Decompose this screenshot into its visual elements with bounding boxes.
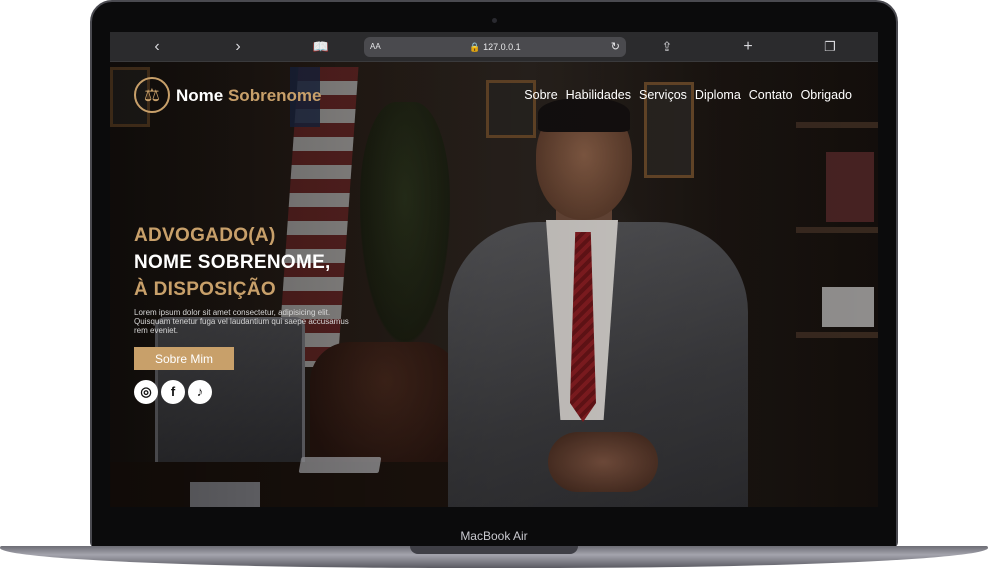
share-icon[interactable]: ⇪ (653, 32, 681, 62)
hero-description: Lorem ipsum dolor sit amet consectetur, … (134, 308, 349, 335)
chevron-left-icon[interactable]: ‹ (143, 32, 171, 62)
url-text[interactable]: 🔒 127.0.0.1 (364, 37, 626, 57)
tabs-icon[interactable]: ❐ (816, 32, 844, 62)
brand-last-name: Sobrenome (227, 86, 322, 105)
social-links: ◎ f ♪ (134, 380, 212, 404)
macbook-frame: ‹ › 📖 AA 🔒 127.0.0.1 ↻ ⇪ + ❐ ⚖ Nome Sobr… (0, 0, 988, 568)
hero-prefix: À (134, 279, 149, 300)
nav-link-servicos[interactable]: Serviços (639, 88, 687, 102)
about-me-button[interactable]: Sobre Mim (134, 347, 234, 370)
reload-icon[interactable]: ↻ (611, 37, 620, 57)
hero-heading: ADVOGADO(A) NOME SOBRENOME, À DISPOSIÇÃO (134, 222, 364, 303)
hero-highlight: DISPOSIÇÃO (153, 279, 276, 300)
book-icon[interactable]: 📖 (307, 32, 335, 62)
chevron-right-icon[interactable]: › (224, 32, 252, 62)
nav-link-obrigado[interactable]: Obrigado (801, 88, 852, 102)
nav-link-contato[interactable]: Contato (749, 88, 793, 102)
camera (492, 18, 497, 23)
model-label: MacBook Air (460, 529, 528, 543)
main-nav: Sobre Habilidades Serviços Diploma Conta… (524, 88, 852, 102)
facebook-icon[interactable]: f (161, 380, 185, 404)
nav-link-diploma[interactable]: Diploma (695, 88, 741, 102)
hero-line-profession: ADVOGADO(A) (134, 225, 276, 246)
brand-name[interactable]: Nome Sobrenome (176, 86, 322, 106)
lid-notch (410, 546, 578, 554)
webpage: ⚖ Nome Sobrenome Sobre Habilidades Servi… (110, 62, 878, 507)
brand-first-name: Nome (176, 86, 224, 105)
address-bar[interactable]: AA 🔒 127.0.0.1 ↻ (364, 37, 626, 57)
scales-of-justice-icon[interactable]: ⚖ (134, 77, 170, 113)
hero-line-availability: À DISPOSIÇÃO (134, 276, 364, 303)
instagram-icon[interactable]: ◎ (134, 380, 158, 404)
nav-link-sobre[interactable]: Sobre (524, 88, 557, 102)
laptop-screen: ‹ › 📖 AA 🔒 127.0.0.1 ↻ ⇪ + ❐ ⚖ Nome Sobr… (110, 32, 878, 507)
nav-link-habilidades[interactable]: Habilidades (566, 88, 631, 102)
tiktok-icon[interactable]: ♪ (188, 380, 212, 404)
hero-line-name: NOME SOBRENOME, (134, 252, 331, 273)
plus-icon[interactable]: + (734, 32, 762, 62)
safari-toolbar: ‹ › 📖 AA 🔒 127.0.0.1 ↻ ⇪ + ❐ (110, 32, 878, 62)
